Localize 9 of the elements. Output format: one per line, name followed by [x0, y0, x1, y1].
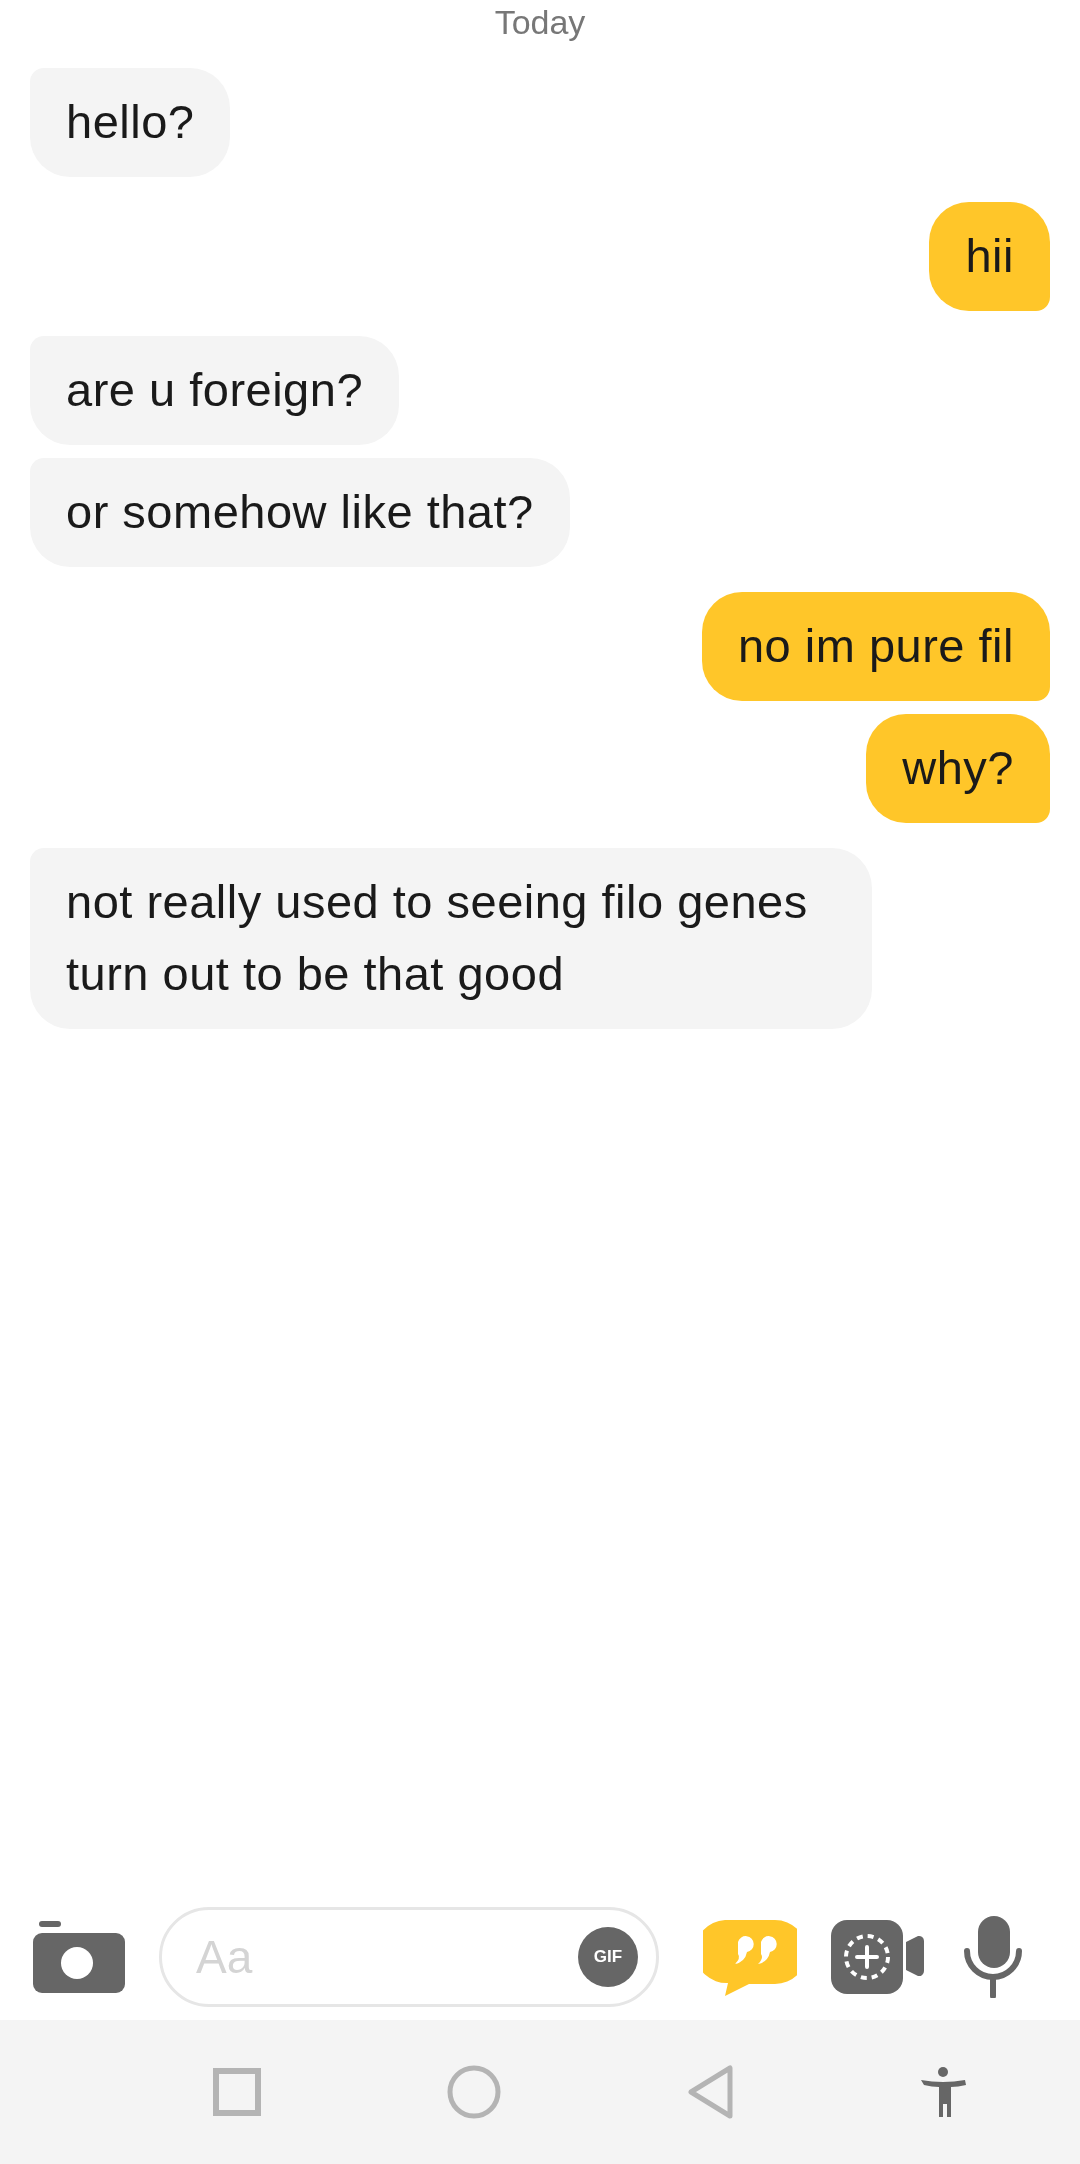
gif-button[interactable]: GIF	[578, 1927, 638, 1987]
message-bubble: hii	[929, 202, 1050, 311]
message-bubble: why?	[866, 714, 1050, 823]
message-bubble: or somehow like that?	[30, 458, 570, 567]
message-bubble: are u foreign?	[30, 336, 400, 445]
message-bubble: hello?	[30, 68, 231, 177]
message-bubble: not really used to seeing filo genes turn out to be that good	[30, 848, 872, 1029]
date-divider: Today	[494, 2, 586, 43]
message-bubble: no im pure fil	[701, 592, 1050, 701]
